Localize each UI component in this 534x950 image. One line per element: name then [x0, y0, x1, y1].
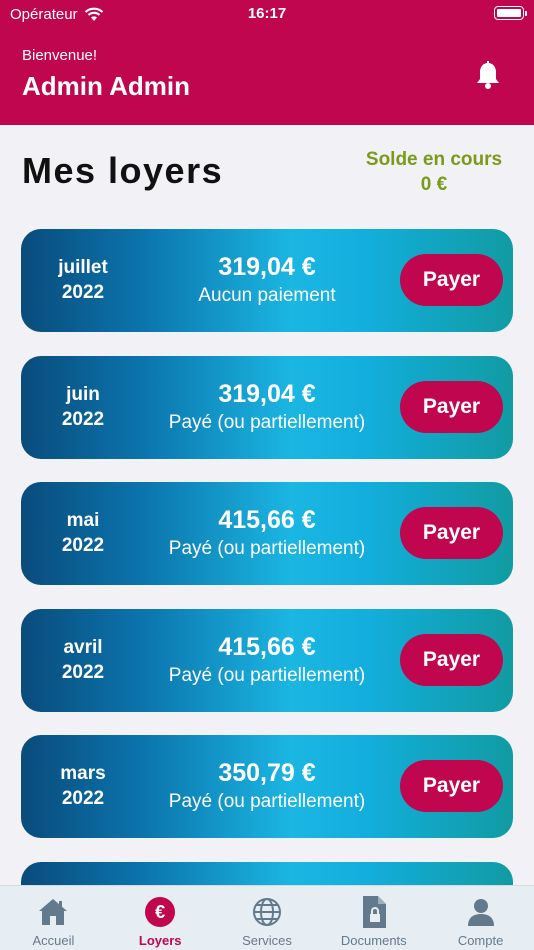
rent-month: mai	[66, 510, 100, 531]
bell-icon[interactable]	[474, 60, 502, 90]
rent-amount: 415,66 €	[218, 506, 316, 534]
tab-loyers[interactable]: € Loyers	[107, 886, 214, 950]
rent-period: mars 2022	[41, 761, 125, 811]
rent-status: Payé (ou partiellement)	[168, 664, 366, 686]
balance-label: Solde en cours	[365, 149, 503, 170]
tab-accueil[interactable]: Accueil	[0, 886, 107, 950]
balance-summary: Solde en cours 0 €	[354, 147, 514, 197]
rent-card[interactable]: juin 2022 319,04 € Payé (ou partiellement) P…	[21, 355, 513, 459]
home-icon	[36, 895, 70, 929]
person-icon	[464, 895, 498, 929]
tab-label: Documents	[340, 933, 407, 948]
tab-bar: Accueil € Loyers Services Documents Comp…	[0, 885, 534, 950]
balance-value: 0 €	[420, 174, 448, 195]
battery-icon	[494, 6, 527, 20]
rent-year: 2022	[61, 661, 105, 683]
user-name: Admin Admin	[22, 71, 191, 101]
tab-label: Accueil	[32, 933, 75, 948]
rent-card[interactable]: mars 2022 350,79 € Payé (ou partiellement) P…	[21, 735, 513, 838]
page-title: Mes loyers	[22, 150, 224, 191]
rent-month: juillet	[58, 257, 108, 278]
rent-status: Payé (ou partiellement)	[168, 411, 366, 433]
rent-period: juillet 2022	[41, 255, 125, 305]
globe-icon	[250, 895, 284, 929]
status-bar: Opérateur 16:17	[0, 0, 534, 30]
tab-label: Loyers	[138, 933, 182, 948]
pay-button[interactable]: Payer	[400, 254, 503, 306]
pay-button[interactable]: Payer	[400, 507, 503, 559]
pay-button[interactable]: Payer	[400, 380, 503, 433]
rent-card[interactable]: juillet 2022 319,04 € Aucun paiement Payer	[21, 229, 513, 332]
rent-year: 2022	[61, 408, 105, 430]
rent-amount: 350,79 €	[218, 759, 316, 787]
rent-amount: 319,04 €	[218, 379, 316, 408]
rent-amount: 319,04 €	[218, 253, 316, 281]
rent-period: juin 2022	[41, 382, 125, 432]
rent-year: 2022	[61, 535, 105, 556]
rent-card[interactable]: avril 2022 415,66 € Payé (ou partiellement)…	[21, 608, 513, 712]
rent-year: 2022	[61, 282, 105, 303]
rent-status: Payé (ou partiellement)	[168, 791, 366, 812]
pay-button[interactable]: Payer	[400, 760, 503, 812]
rent-status: Aucun paiement	[198, 285, 336, 306]
tab-documents[interactable]: Documents	[320, 886, 427, 950]
document-lock-icon	[357, 895, 391, 929]
welcome-text: Bienvenue!	[22, 47, 98, 64]
tab-label: Compte	[457, 933, 504, 948]
tab-label: Services	[242, 933, 292, 948]
rent-status: Payé (ou partiellement)	[168, 538, 366, 559]
euro-icon: €	[143, 895, 177, 929]
tab-compte[interactable]: Compte	[427, 886, 534, 950]
rent-month: juin	[66, 383, 100, 405]
rent-period: mai 2022	[41, 508, 125, 558]
clock: 16:17	[247, 5, 287, 22]
tab-services[interactable]: Services	[214, 886, 321, 950]
rent-month: avril	[63, 636, 103, 658]
rent-card[interactable]: mai 2022 415,66 € Payé (ou partiellement) Pa…	[21, 482, 513, 585]
rent-period: avril 2022	[41, 635, 125, 685]
pay-button[interactable]: Payer	[400, 633, 503, 686]
rent-month: mars	[60, 763, 106, 784]
rent-year: 2022	[61, 788, 105, 809]
rent-amount: 415,66 €	[218, 632, 316, 661]
